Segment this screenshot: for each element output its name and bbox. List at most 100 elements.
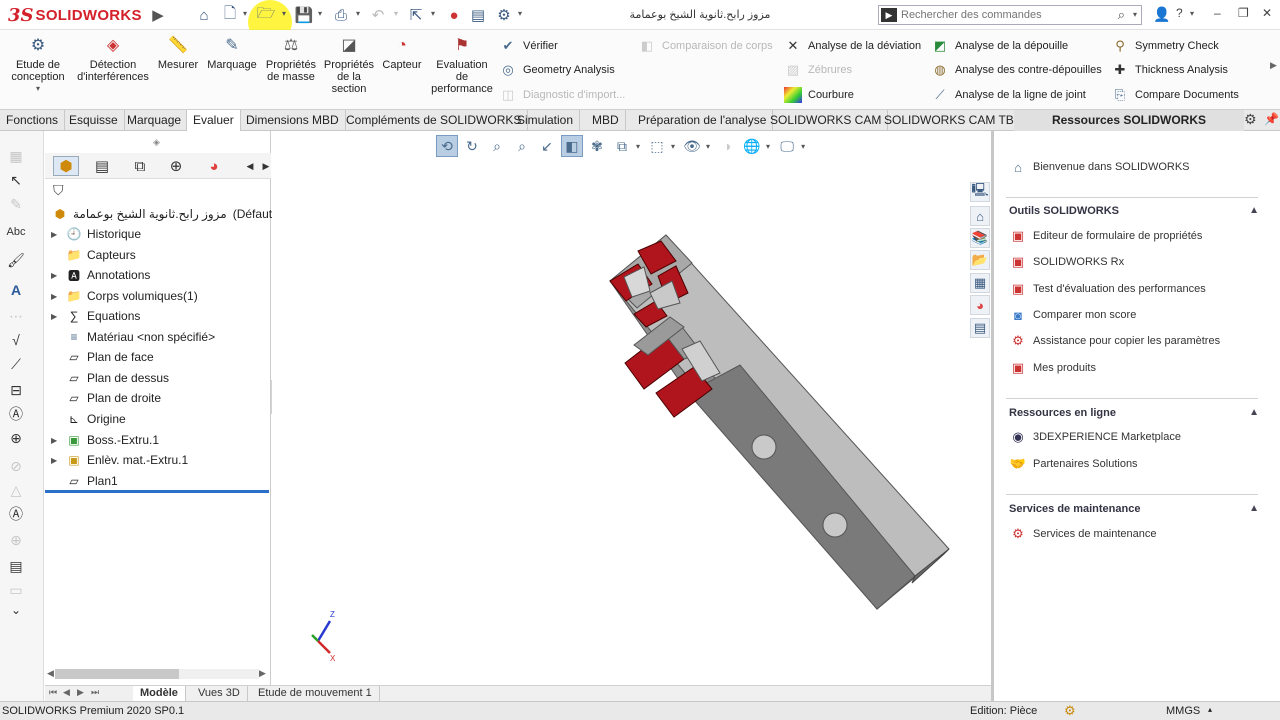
tab-preparation-analyse[interactable]: Préparation de l'analyse (632, 110, 774, 131)
welcome-link[interactable]: ⌂ Bienvenue dans SOLIDWORKS (1009, 158, 1189, 176)
apply-scene-icon[interactable]: 🌐 (741, 135, 763, 157)
scroll-left-icon[interactable]: ◀ (47, 668, 54, 679)
search-caret-icon[interactable]: ▾ (1133, 10, 1137, 19)
scroll-right-icon[interactable]: ▶ (259, 668, 266, 679)
units-caret-icon[interactable]: ▴ (1208, 705, 1212, 714)
tab-fonctions[interactable]: Fonctions (0, 110, 66, 131)
property-manager-tab-icon[interactable]: ▤ (89, 156, 115, 176)
tree-item-plan-de-dessus[interactable]: ▱ Plan de dessus (45, 369, 169, 387)
tab-etude-mouvement[interactable]: Etude de mouvement 1 (251, 686, 380, 701)
home-icon[interactable]: ⌂ (194, 5, 214, 25)
select-pointer-icon[interactable]: ⇱ (406, 5, 426, 25)
draft-analysis-button[interactable]: ◩ Analyse de la dépouille (931, 37, 1068, 55)
feature-manager-tab-icon[interactable]: ⬢ (53, 156, 79, 176)
part-model-3d-view[interactable] (272, 131, 992, 685)
deviation-analysis-button[interactable]: ✕ Analyse de la déviation (784, 37, 922, 55)
section-ressources-en-ligne[interactable]: Ressources en ligne ▲ (1009, 407, 1259, 425)
view-palette-tab-icon[interactable]: ▦ (970, 273, 990, 293)
hide-show-caret-icon[interactable]: ▾ (706, 142, 710, 151)
feature-tree-hscrollbar[interactable]: ◀ ▶ (45, 666, 269, 682)
tab-vues-3d[interactable]: Vues 3D (191, 686, 248, 701)
balloon-icon[interactable]: ⋯ (6, 307, 26, 325)
tree-item-equations[interactable]: ▶ ∑ Equations (45, 307, 140, 325)
copy-settings-wizard-link[interactable]: ⚙ Assistance pour copier les paramètres (1009, 332, 1220, 350)
design-study-caret-icon[interactable]: ▾ (36, 83, 40, 95)
curvature-button[interactable]: Courbure (784, 86, 854, 104)
view-orientation-icon[interactable]: ⧉ (611, 135, 633, 157)
restore-icon[interactable]: ❐ (1238, 6, 1249, 20)
tab-esquisse[interactable]: Esquisse (63, 110, 125, 131)
tree-item-plan-de-face[interactable]: ▱ Plan de face (45, 348, 153, 366)
weld-symbol-icon[interactable]: ⟋ (6, 355, 26, 373)
expand-arrow-icon[interactable]: ▶ (51, 292, 61, 301)
interference-detection-button[interactable]: ◈ Détection d'interférences (74, 36, 152, 84)
tree-item-enlev-mat[interactable]: ▶ ▣ Enlèv. mat.-Extru.1 (45, 451, 188, 469)
performance-benchmark-link[interactable]: ▣ Test d'évaluation des performances (1009, 280, 1206, 298)
zoom-in-icon[interactable]: ⌕ (486, 135, 508, 157)
layout-icon[interactable]: ▦ (6, 147, 26, 165)
save-caret-icon[interactable]: ▾ (318, 9, 322, 18)
hide-show-items-icon[interactable]: 👁 (681, 135, 703, 157)
feature-tree-root[interactable]: ⬢ مزوز رابح.ثانوية الشيخ بوعمامة (Défaut… (45, 205, 295, 223)
solidworks-logo[interactable]: 3S SOLIDWORKS (8, 4, 142, 26)
collapse-chevron-icon[interactable]: ▲ (1249, 407, 1259, 418)
compare-documents-button[interactable]: ⎘ Compare Documents (1111, 86, 1239, 104)
symmetry-check-button[interactable]: ⚲ Symmetry Check (1111, 37, 1219, 55)
next-tab-icon[interactable]: ▶ (77, 687, 84, 698)
solidworks-rx-link[interactable]: ▣ SOLIDWORKS Rx (1009, 253, 1124, 271)
help-icon[interactable]: ? (1176, 6, 1183, 20)
filter-icon[interactable]: ⛉ (53, 182, 64, 199)
save-icon[interactable]: 💾 (294, 5, 314, 25)
parting-line-analysis-button[interactable]: ⟋ Analyse de la ligne de joint (931, 86, 1085, 104)
surface-finish-icon[interactable]: √ (6, 331, 26, 349)
options-gear-icon[interactable]: ⚙ (494, 5, 514, 25)
expand-arrow-icon[interactable]: ▶ (51, 230, 61, 239)
compare-score-link[interactable]: ◙ Comparer mon score (1009, 306, 1136, 324)
rebuild-status-icon[interactable]: ⚙ (1064, 703, 1076, 719)
spell-check-icon[interactable]: Abc (6, 223, 26, 241)
tree-item-origine[interactable]: ⊾ Origine (45, 410, 126, 428)
tree-item-materiau[interactable]: ≡ Matériau <non spécifié> (45, 328, 215, 346)
solidworks-resources-tab-icon[interactable]: 🖳 (970, 182, 990, 202)
open-caret-icon[interactable]: ▾ (282, 9, 286, 18)
user-icon[interactable]: 👤 (1153, 6, 1170, 23)
note-text-icon[interactable]: A (6, 281, 26, 299)
scene-caret-icon[interactable]: ▾ (766, 142, 770, 151)
my-products-link[interactable]: ▣ Mes produits (1009, 359, 1096, 377)
command-search[interactable]: ▶ ⌕ ▾ (878, 5, 1142, 25)
previous-view-arrow-icon[interactable]: ↙ (536, 135, 558, 157)
dimxpert-tab-icon[interactable]: ⊕ (163, 156, 189, 176)
resources-settings-gear-icon[interactable]: ⚙ (1244, 111, 1257, 128)
tree-item-boss-extru[interactable]: ▶ ▣ Boss.-Extru.1 (45, 431, 159, 449)
scroll-thumb[interactable] (55, 669, 179, 679)
edit-appearance-icon[interactable]: ◑ (716, 135, 738, 157)
graphics-area[interactable]: ⟲ ↻ ⌕ ⌕ ↙ ◧ ✾ ⧉ ▾ ⬚ ▾ 👁 ▾ ◑ 🌐 ▾ 🖵 ▾ Z X (272, 131, 992, 685)
note-faint-icon[interactable]: ✎ (6, 195, 26, 213)
display-style-icon[interactable]: ⬚ (646, 135, 668, 157)
menu-arrow-icon[interactable]: ▶ (148, 5, 168, 25)
sensor-button[interactable]: ◔ Capteur (380, 36, 424, 72)
performance-evaluation-button[interactable]: ⚑ Evaluation de performance (428, 36, 496, 96)
file-explorer-tab-icon[interactable]: 📂 (970, 250, 990, 270)
view-settings-caret-icon[interactable]: ▾ (801, 142, 805, 151)
search-icon[interactable]: ⌕ (1118, 7, 1125, 23)
verify-button[interactable]: ✔ Vérifier (499, 37, 558, 55)
tab-complements[interactable]: Compléments de SOLIDWORKS (340, 110, 529, 131)
tree-item-plan1[interactable]: ▱ Plan1 (45, 472, 117, 490)
undo-icon[interactable]: ↶ (368, 5, 388, 25)
section-outils-solidworks[interactable]: Outils SOLIDWORKS ▲ (1009, 205, 1259, 223)
previous-view-icon[interactable]: ↻ (461, 135, 483, 157)
tree-item-historique[interactable]: ▶ 🕘 Historique (45, 225, 141, 243)
help-caret-icon[interactable]: ▾ (1190, 9, 1194, 18)
expand-arrow-icon[interactable]: ▶ (51, 271, 61, 280)
file-properties-icon[interactable]: ▤ (468, 5, 488, 25)
display-manager-tab-icon[interactable]: ◕ (201, 156, 227, 176)
last-tab-icon[interactable]: ⏭ (91, 687, 99, 698)
options-caret-icon[interactable]: ▾ (518, 9, 522, 18)
format-painter-icon[interactable]: 🖌 (6, 251, 26, 269)
compare-bodies-button[interactable]: ◧ Comparaison de corps (638, 37, 773, 55)
collapse-chevron-icon[interactable]: ▲ (1249, 503, 1259, 514)
mass-properties-button[interactable]: ⚖ Propriétés de masse (264, 36, 318, 84)
close-icon[interactable]: ✕ (1262, 6, 1272, 20)
center-mark-icon[interactable]: ⊕ (6, 531, 26, 549)
